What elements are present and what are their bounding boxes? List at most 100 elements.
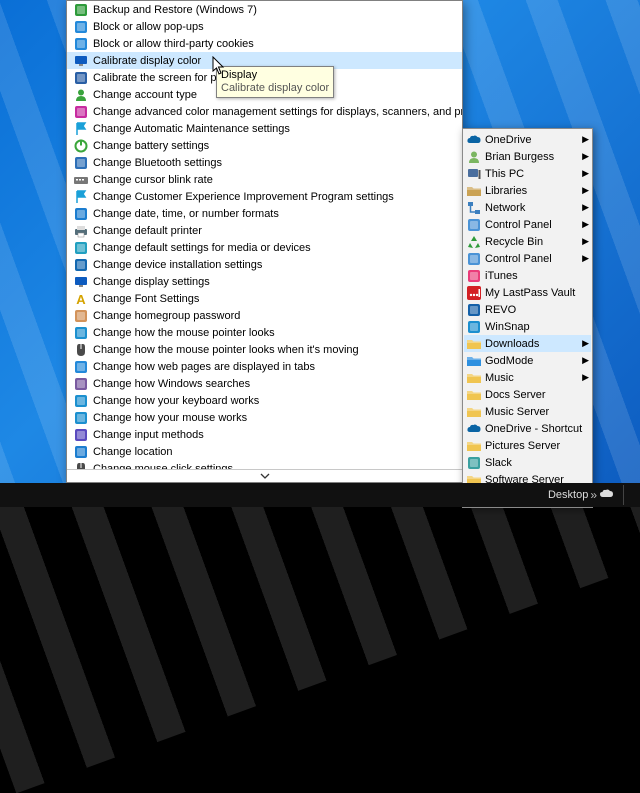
all-tasks-item[interactable]: AChange Font Settings (67, 290, 462, 307)
control-icon (466, 251, 482, 267)
ease-icon (73, 393, 89, 409)
desktop-menu-item[interactable]: Music Server (464, 403, 591, 420)
submenu-arrow-icon: ▶ (582, 168, 589, 179)
desktop-menu-item-label: Downloads (485, 338, 539, 350)
desktop-menu-item-label: OneDrive (485, 134, 531, 146)
winsnap-icon (466, 319, 482, 335)
all-tasks-item-label: Change device installation settings (93, 259, 262, 271)
desktop-menu-item[interactable]: My LastPass Vault (464, 284, 591, 301)
font-icon: A (73, 291, 89, 307)
submenu-arrow-icon: ▶ (582, 236, 589, 247)
tooltip-title: Display (221, 69, 329, 82)
desktop-menu-item-label: iTunes (485, 270, 518, 282)
all-tasks-item[interactable]: Change location (67, 443, 462, 460)
all-tasks-item[interactable]: Change how Windows searches (67, 375, 462, 392)
all-tasks-item[interactable]: Change device installation settings (67, 256, 462, 273)
desktop-menu-item-label: Control Panel (485, 219, 552, 231)
desktop-menu-item-label: GodMode (485, 355, 533, 367)
all-tasks-item[interactable]: Change Automatic Maintenance settings (67, 120, 462, 137)
all-tasks-item-label: Change advanced color management setting… (93, 106, 462, 118)
all-tasks-item[interactable]: Backup and Restore (Windows 7) (67, 1, 462, 18)
pc-icon (466, 166, 482, 182)
flag-icon (73, 121, 89, 137)
desktop-toolbar-menu: OneDrive▶Brian Burgess▶This PC▶Libraries… (462, 128, 593, 508)
submenu-arrow-icon: ▶ (582, 253, 589, 264)
all-tasks-item[interactable]: Change Bluetooth settings (67, 154, 462, 171)
all-tasks-item[interactable]: Change how web pages are displayed in ta… (67, 358, 462, 375)
users-icon (73, 87, 89, 103)
show-desktop-button[interactable] (623, 485, 634, 505)
inet-icon (73, 36, 89, 52)
desktop-menu-item[interactable]: Control Panel ▶ (464, 250, 591, 267)
all-tasks-item[interactable]: Change advanced color management setting… (67, 103, 462, 120)
all-tasks-item-label: Change Bluetooth settings (93, 157, 222, 169)
desktop-menu-item[interactable]: REVO (464, 301, 591, 318)
homegroup-icon (73, 308, 89, 324)
taskbar-desktop-label[interactable]: Desktop (548, 489, 588, 501)
all-tasks-item[interactable]: Change how the mouse pointer looks when … (67, 341, 462, 358)
all-tasks-item[interactable]: Change Customer Experience Improvement P… (67, 188, 462, 205)
desktop-menu-item[interactable]: Control Panel ▶ (464, 216, 591, 233)
desktop-menu-item-label: Network (485, 202, 525, 214)
folder-icon (466, 438, 482, 454)
all-tasks-item[interactable]: Change date, time, or number formats (67, 205, 462, 222)
all-tasks-item[interactable]: Change how your keyboard works (67, 392, 462, 409)
desktop-menu-item[interactable]: This PC▶ (464, 165, 591, 182)
desktop-menu-item-label: Libraries (485, 185, 527, 197)
all-tasks-item[interactable]: Change default printer (67, 222, 462, 239)
all-tasks-item[interactable]: Change homegroup password (67, 307, 462, 324)
desktop-menu-item[interactable]: Brian Burgess▶ (464, 148, 591, 165)
taskbar-chevrons-icon[interactable]: » (590, 488, 593, 502)
submenu-arrow-icon: ▶ (582, 355, 589, 366)
all-tasks-item[interactable]: Change display settings (67, 273, 462, 290)
all-tasks-item[interactable]: Change how your mouse works (67, 409, 462, 426)
all-tasks-item-label: Change display settings (93, 276, 210, 288)
desktop-menu-item[interactable]: WinSnap (464, 318, 591, 335)
all-tasks-item[interactable]: Block or allow third-party cookies (67, 35, 462, 52)
recycle-icon (466, 234, 482, 250)
desktop-menu-item[interactable]: iTunes (464, 267, 591, 284)
submenu-arrow-icon: ▶ (582, 219, 589, 230)
desktop-menu-item[interactable]: Docs Server (464, 386, 591, 403)
region-icon (73, 206, 89, 222)
submenu-arrow-icon: ▶ (582, 338, 589, 349)
index-icon (73, 376, 89, 392)
desktop-menu-item[interactable]: Music▶ (464, 369, 591, 386)
desktop-menu-item[interactable]: GodMode ▶ (464, 352, 591, 369)
desktop-menu-item[interactable]: OneDrive - Shortcut (464, 420, 591, 437)
all-tasks-item[interactable]: Change battery settings (67, 137, 462, 154)
ease-icon (73, 410, 89, 426)
taskbar: Desktop » (0, 483, 640, 507)
all-tasks-item[interactable]: Change input methods (67, 426, 462, 443)
inet-icon (73, 19, 89, 35)
desktop-menu-item-label: My LastPass Vault (485, 287, 575, 299)
onedrive-icon (466, 132, 482, 148)
desktop-menu-item[interactable]: Recycle Bin▶ (464, 233, 591, 250)
desktop-menu-item-label: REVO (485, 304, 516, 316)
tooltip-subtitle: Calibrate display color (221, 82, 329, 95)
all-tasks-item[interactable]: Change how the mouse pointer looks (67, 324, 462, 341)
all-tasks-item[interactable]: Change cursor blink rate (67, 171, 462, 188)
all-tasks-item-label: Change cursor blink rate (93, 174, 213, 186)
panel-expand-button[interactable] (67, 469, 462, 482)
backup-icon (73, 2, 89, 18)
desktop-menu-item[interactable]: Slack (464, 454, 591, 471)
mouse-icon (73, 342, 89, 358)
desktop-menu-item[interactable]: OneDrive▶ (464, 131, 591, 148)
desktop-menu-item[interactable]: Libraries▶ (464, 182, 591, 199)
autoplay-icon (73, 240, 89, 256)
power-icon (73, 138, 89, 154)
all-tasks-item-label: Change how your keyboard works (93, 395, 259, 407)
desktop-menu-item-label: Control Panel (485, 253, 552, 265)
all-tasks-item-label: Calibrate display color (93, 55, 201, 67)
desktop-menu-item[interactable]: Pictures Server (464, 437, 591, 454)
all-tasks-item-label: Change battery settings (93, 140, 209, 152)
all-tasks-item[interactable]: Change default settings for media or dev… (67, 239, 462, 256)
desktop-menu-item[interactable]: Downloads ▶ (464, 335, 591, 352)
display-icon (73, 274, 89, 290)
all-tasks-item[interactable]: Block or allow pop-ups (67, 18, 462, 35)
submenu-arrow-icon: ▶ (582, 151, 589, 162)
tray-onedrive-icon[interactable] (599, 488, 615, 503)
desktop-menu-item[interactable]: Network▶ (464, 199, 591, 216)
system-icon (73, 257, 89, 273)
